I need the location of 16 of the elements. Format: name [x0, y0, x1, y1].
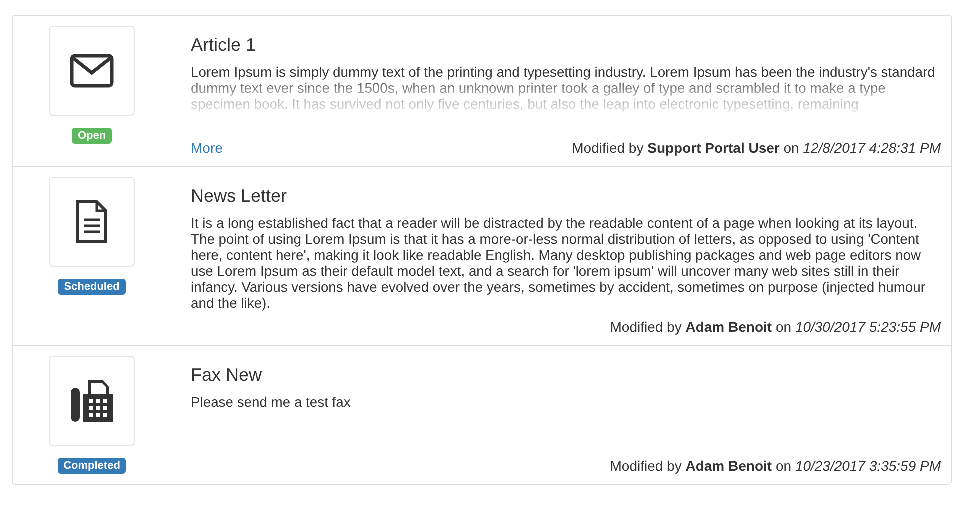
more-link[interactable]: More	[191, 140, 223, 156]
status-badge: Completed	[58, 458, 126, 474]
modified-info: Modified by Adam Benoit on 10/30/2017 5:23:55 PM	[610, 319, 941, 335]
document-icon	[76, 200, 108, 244]
modified-info: Modified by Adam Benoit on 10/23/2017 3:35:59 PM	[610, 458, 941, 474]
item-text: Lorem Ipsum is simply dummy text of the printing and typesetting industry. Lorem Ipsum has been the industry's standard dummy text ever since the 1500s, when an unknown printer took a galley of type and scrambled it to make a type specimen book. It has survived not only five centuries, but also the leap into electronic typesetting, remaining	[191, 64, 936, 114]
modified-info: Modified by Support Portal User on 12/8/2017 4:28:31 PM	[572, 140, 941, 156]
item-title: Article 1	[191, 35, 258, 56]
envelope-icon	[70, 54, 114, 88]
status-badge: Scheduled	[58, 279, 126, 295]
item-text: It is a long established fact that a reader will be distracted by the readable content of a page when looking at its layout. The point of using Lorem Ipsum is that it has a more-or-less normal distribution of letters, as opposed to using 'Content here, content here', making it look like readable English. Many desktop publishing packages and web page editors now use Lorem Ipsum as their default model text, and a search for 'lorem ipsum' will uncover many web sites still in their infancy. Various versions have evolved over the years, sometimes by accident, sometimes on purpose (injected humour and the like).	[191, 215, 926, 311]
item-text: Please send me a test fax	[191, 394, 352, 410]
fax-icon	[70, 379, 114, 423]
item-title: News Letter	[191, 186, 288, 207]
status-badge: Open	[72, 128, 112, 144]
item-title: Fax New	[191, 365, 264, 386]
